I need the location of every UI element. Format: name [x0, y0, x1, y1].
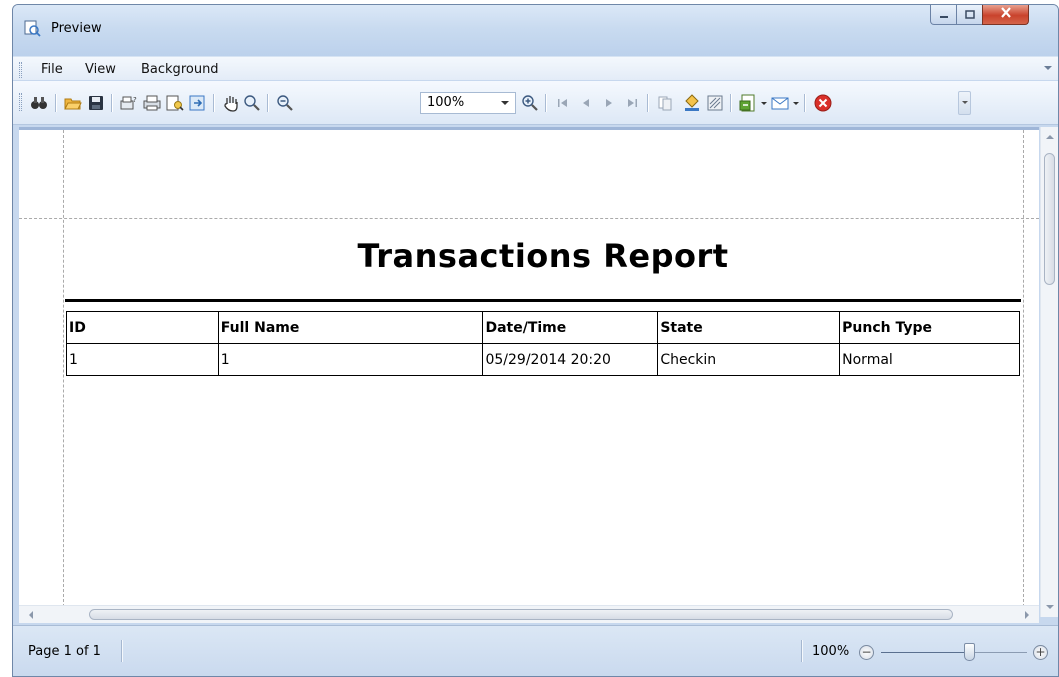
multiple-pages-icon[interactable] [655, 93, 675, 113]
toolbar-separator [545, 94, 546, 112]
scroll-left-icon[interactable] [29, 611, 33, 619]
toolbar-separator [213, 94, 214, 112]
toolbar-separator [55, 94, 56, 112]
table-cell: Checkin [657, 343, 841, 376]
page-color-icon[interactable] [682, 93, 702, 113]
status-separator [801, 640, 802, 662]
title-bar[interactable]: Preview [13, 5, 1058, 56]
toolbar-overflow-button[interactable] [958, 91, 971, 115]
title-divider [65, 299, 1021, 302]
next-page-icon[interactable] [599, 93, 619, 113]
zoom-in-icon[interactable] [520, 93, 540, 113]
table-cell: 1 [217, 343, 484, 376]
menu-file[interactable]: File [41, 62, 63, 77]
preview-area[interactable]: Transactions Report ID Full Name Date/Ti… [19, 127, 1039, 617]
toolbar-separator [267, 94, 268, 112]
table-header-row: ID Full Name Date/Time State Punch Type [66, 311, 1020, 344]
first-page-icon[interactable] [553, 93, 573, 113]
zoom-out-icon[interactable] [275, 93, 295, 113]
toolbar-separator [111, 94, 112, 112]
zoom-slider-fill [881, 652, 969, 653]
previous-page-icon[interactable] [576, 93, 596, 113]
magnifier-icon[interactable] [242, 93, 262, 113]
close-preview-icon[interactable] [813, 93, 833, 113]
toolbar-separator [647, 94, 648, 112]
menu-view[interactable]: View [85, 62, 116, 77]
menu-bar: File View Background [13, 56, 1058, 80]
save-icon[interactable] [86, 93, 106, 113]
menu-overflow-icon[interactable] [1044, 66, 1052, 70]
column-header: Full Name [217, 311, 484, 344]
table-cell: Normal [839, 343, 1020, 376]
window-title: Preview [51, 21, 102, 36]
toolbar: ? 100% [13, 81, 1058, 125]
chevron-down-icon [962, 101, 968, 104]
page-margin-guide [19, 218, 1039, 219]
horizontal-scroll-thumb[interactable] [89, 609, 953, 620]
zoom-in-button[interactable]: + [1033, 645, 1048, 660]
open-icon[interactable] [63, 93, 83, 113]
report-title: Transactions Report [357, 237, 729, 275]
print-preview-icon[interactable] [165, 93, 185, 113]
menu-background[interactable]: Background [141, 62, 219, 77]
zoom-slider-thumb[interactable] [963, 643, 975, 661]
preview-window: Preview File View Background ? 100% Tran… [12, 4, 1059, 677]
toolbar-separator [730, 94, 731, 112]
preview-icon [23, 19, 41, 37]
column-header: State [657, 311, 841, 344]
zoom-combobox[interactable]: 100% [420, 92, 516, 114]
export-document-icon[interactable] [738, 93, 758, 113]
report-table: ID Full Name Date/Time State Punch Type … [66, 311, 1020, 376]
close-button[interactable] [982, 5, 1029, 25]
menu-grip[interactable] [19, 62, 22, 78]
page-setup-icon[interactable]: ? [119, 93, 139, 113]
find-icon[interactable] [29, 93, 49, 113]
zoom-out-button[interactable]: − [859, 645, 874, 660]
zoom-combobox-value: 100% [427, 95, 465, 110]
watermark-icon[interactable] [705, 93, 725, 113]
toolbar-grip[interactable] [19, 93, 22, 111]
send-email-icon[interactable] [770, 93, 790, 113]
column-header: ID [66, 311, 219, 344]
svg-text:?: ? [133, 96, 137, 104]
column-header: Date/Time [482, 311, 659, 344]
table-cell: 1 [66, 343, 219, 376]
status-separator [121, 640, 122, 662]
vertical-scrollbar[interactable] [1040, 127, 1058, 617]
minimize-button[interactable] [930, 5, 957, 25]
last-page-icon[interactable] [622, 93, 642, 113]
chevron-down-icon[interactable] [501, 101, 509, 105]
zoom-percentage: 100% [812, 644, 850, 659]
page-margin-guide [1023, 130, 1024, 617]
scroll-right-icon[interactable] [1025, 611, 1029, 619]
close-icon [1000, 7, 1012, 22]
status-bar: Page 1 of 1 100% − + [13, 625, 1058, 676]
scroll-down-icon[interactable] [1046, 605, 1054, 609]
export-dropdown-icon[interactable] [761, 102, 767, 105]
page-indicator: Page 1 of 1 [28, 644, 101, 659]
send-dropdown-icon[interactable] [793, 102, 799, 105]
vertical-scroll-thumb[interactable] [1044, 153, 1055, 285]
horizontal-scrollbar[interactable] [19, 605, 1039, 623]
page-margin-guide [63, 130, 64, 617]
scroll-up-icon[interactable] [1046, 135, 1054, 139]
maximize-button[interactable] [956, 5, 983, 25]
print-icon[interactable] [142, 93, 162, 113]
table-row: 1 1 05/29/2014 20:20 Checkin Normal [66, 343, 1020, 376]
table-cell: 05/29/2014 20:20 [482, 343, 659, 376]
column-header: Punch Type [839, 311, 1020, 344]
toolbar-separator [804, 94, 805, 112]
hand-tool-icon[interactable] [221, 93, 241, 113]
export-icon[interactable] [188, 93, 208, 113]
